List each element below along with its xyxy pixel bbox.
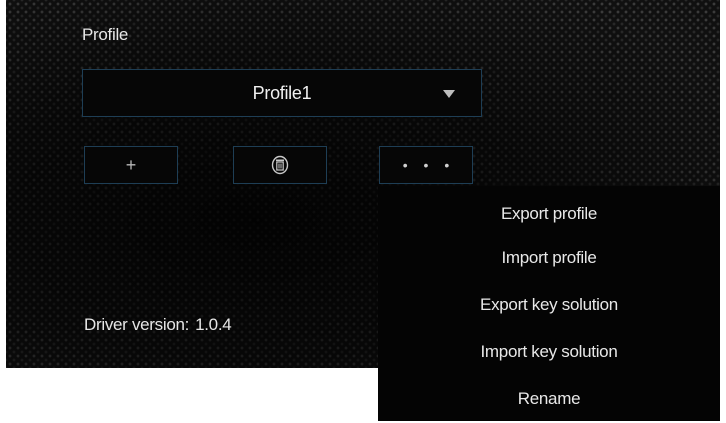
menu-item-export-profile[interactable]: Export profile bbox=[378, 194, 720, 234]
add-profile-button[interactable]: + bbox=[84, 146, 178, 184]
menu-item-export-key-solution[interactable]: Export key solution bbox=[378, 281, 720, 328]
more-dots-icon: • • • bbox=[402, 157, 456, 173]
stage: Profile Profile1 + • • • Driver version:… bbox=[0, 0, 726, 423]
driver-version-label: Driver version: bbox=[84, 315, 190, 334]
delete-profile-button[interactable] bbox=[233, 146, 327, 184]
trash-icon bbox=[271, 155, 289, 175]
driver-version: Driver version: 1.0.4 bbox=[84, 315, 232, 335]
profile-label: Profile bbox=[82, 25, 129, 44]
more-options-menu: Export profile Import profile Export key… bbox=[378, 186, 720, 421]
profile-dropdown[interactable]: Profile1 bbox=[82, 69, 482, 117]
menu-item-import-profile[interactable]: Import profile bbox=[378, 234, 720, 281]
menu-item-import-key-solution[interactable]: Import key solution bbox=[378, 328, 720, 375]
plus-icon: + bbox=[125, 155, 137, 175]
more-options-button[interactable]: • • • bbox=[379, 146, 473, 184]
chevron-down-icon bbox=[443, 90, 455, 98]
profile-dropdown-value: Profile1 bbox=[252, 82, 312, 103]
menu-item-rename[interactable]: Rename bbox=[378, 375, 720, 422]
driver-version-value: 1.0.4 bbox=[195, 315, 232, 334]
